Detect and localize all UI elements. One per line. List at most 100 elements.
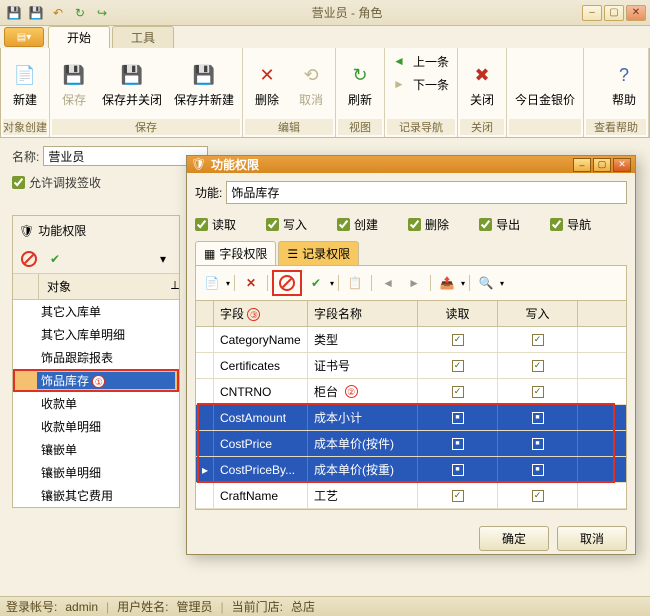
group-label-help: 查看帮助 bbox=[586, 119, 646, 135]
status-store-label: 当前门店: bbox=[232, 598, 283, 615]
new-icon[interactable]: 📄 bbox=[200, 273, 224, 293]
check-read[interactable]: 读取 bbox=[195, 216, 236, 233]
shield-icon: 🛡 bbox=[191, 157, 207, 173]
tree-item[interactable]: 饰品跟踪报表 bbox=[13, 346, 179, 369]
col-read[interactable]: 读取 bbox=[418, 301, 498, 326]
function-label: 功能: bbox=[195, 184, 222, 201]
col-write[interactable]: 写入 bbox=[498, 301, 578, 326]
save-button[interactable]: 💾保存 bbox=[52, 50, 96, 119]
list-icon: ☰ bbox=[287, 247, 298, 261]
redo-icon[interactable]: ↻ bbox=[70, 3, 90, 23]
prev-record-button[interactable]: ◄上一条 bbox=[387, 50, 455, 73]
cancel-button[interactable]: ⟲取消 bbox=[289, 50, 333, 119]
check-export[interactable]: 导出 bbox=[479, 216, 520, 233]
status-account: admin bbox=[65, 600, 98, 614]
check-create[interactable]: 创建 bbox=[337, 216, 378, 233]
dialog-minimize-button[interactable]: – bbox=[573, 158, 591, 172]
ok-button[interactable]: 确定 bbox=[479, 526, 549, 551]
cancel-dialog-button[interactable]: 取消 bbox=[557, 526, 627, 551]
save-close-button[interactable]: 💾保存并关闭 bbox=[96, 50, 168, 119]
name-input[interactable] bbox=[43, 146, 208, 166]
minimize-button[interactable]: – bbox=[582, 5, 602, 21]
check-icon[interactable]: ✔ bbox=[43, 249, 67, 269]
tree-item[interactable]: 收款单 bbox=[13, 392, 179, 415]
grid-row[interactable]: CostPrice成本单价(按件) bbox=[196, 431, 626, 457]
allow-transfer-checkbox[interactable]: 允许调拨签收 bbox=[12, 174, 101, 191]
group-label-edit: 编辑 bbox=[245, 119, 333, 135]
col-field[interactable]: 字段 ③ bbox=[214, 301, 308, 326]
check-delete[interactable]: 删除 bbox=[408, 216, 449, 233]
undo-icon[interactable]: ↶ bbox=[48, 3, 68, 23]
tree-item[interactable]: 其它入库单 bbox=[13, 300, 179, 323]
tab-tools[interactable]: 工具 bbox=[112, 26, 174, 48]
tab-start[interactable]: 开始 bbox=[48, 26, 110, 48]
delete-icon[interactable]: ✕ bbox=[239, 273, 263, 293]
status-account-label: 登录帐号: bbox=[6, 598, 57, 615]
grid-row[interactable]: ▸CostPriceBy...成本单价(按重) bbox=[196, 457, 626, 483]
function-input[interactable]: 饰品库存 bbox=[226, 181, 627, 204]
nav-next-icon[interactable]: ► bbox=[402, 273, 426, 293]
grid-row[interactable]: Certificates证书号 bbox=[196, 353, 626, 379]
save-icon[interactable]: 💾 bbox=[4, 3, 24, 23]
deny-button-highlight bbox=[272, 270, 302, 296]
tree-item[interactable]: 其它入库单明细 bbox=[13, 323, 179, 346]
statusbar: 登录帐号: admin | 用户姓名: 管理员 | 当前门店: 总店 bbox=[0, 596, 650, 616]
grid-row[interactable]: CostAmount成本小计 bbox=[196, 405, 626, 431]
refresh-button[interactable]: ↻刷新 bbox=[338, 50, 382, 119]
search-icon[interactable]: 🔍 bbox=[474, 273, 498, 293]
expand-column-header bbox=[13, 274, 39, 299]
close-record-button[interactable]: ✖关闭 bbox=[460, 50, 504, 119]
delete-button[interactable]: ✕删除 bbox=[245, 50, 289, 119]
quick-access-toolbar: 💾 💾 ↶ ↻ ↪ bbox=[4, 3, 112, 23]
tree-item[interactable]: 镶嵌单明细 bbox=[13, 461, 179, 484]
window-titlebar: 💾 💾 ↶ ↻ ↪ 营业员 - 角色 – ▢ ✕ bbox=[0, 0, 650, 26]
save-close-icon[interactable]: 💾 bbox=[26, 3, 46, 23]
help-button[interactable]: ?帮助 bbox=[602, 50, 646, 119]
check-nav[interactable]: 导航 bbox=[550, 216, 591, 233]
grid-row[interactable]: CNTRNO柜台 ② bbox=[196, 379, 626, 405]
allow-icon[interactable]: ✔ bbox=[304, 273, 328, 293]
ribbon: 📄新建 对象创建 💾保存 💾保存并关闭 💾保存并新建 保存 ✕删除 ⟲取消 编辑… bbox=[0, 48, 650, 138]
check-write[interactable]: 写入 bbox=[266, 216, 307, 233]
col-field-name[interactable]: 字段名称 bbox=[308, 301, 418, 326]
save-new-button[interactable]: 💾保存并新建 bbox=[168, 50, 240, 119]
tab-record-permission[interactable]: ☰记录权限 bbox=[278, 241, 359, 265]
dialog-maximize-button[interactable]: ▢ bbox=[593, 158, 611, 172]
deny-icon[interactable] bbox=[275, 273, 299, 293]
grid-row[interactable]: CategoryName类型 bbox=[196, 327, 626, 353]
row-selector-header bbox=[196, 301, 214, 326]
grid-row[interactable]: CraftName工艺 bbox=[196, 483, 626, 509]
tree-item[interactable]: 镶嵌其它费用 bbox=[13, 484, 179, 507]
name-label: 名称: bbox=[12, 148, 39, 165]
window-title: 营业员 - 角色 bbox=[112, 4, 582, 21]
gold-price-button[interactable]: 今日金银价 bbox=[509, 50, 581, 119]
group-label-save: 保存 bbox=[52, 119, 240, 135]
nav-prev-icon[interactable]: ◄ bbox=[376, 273, 400, 293]
copy-icon[interactable]: 📋 bbox=[343, 273, 367, 293]
view-dropdown-button[interactable]: ▤▾ bbox=[4, 27, 44, 47]
export-icon[interactable]: 📤 bbox=[435, 273, 459, 293]
field-grid: 字段 ③ 字段名称 读取 写入 CategoryName类型Certificat… bbox=[195, 301, 627, 510]
group-label-view: 视图 bbox=[338, 119, 382, 135]
permission-dialog: 🛡 功能权限 – ▢ ✕ 功能: 饰品库存 读取 写入 创建 删除 导出 导航 … bbox=[186, 155, 636, 555]
menubar: ▤▾ 开始 工具 bbox=[0, 26, 650, 48]
next-record-button[interactable]: ►下一条 bbox=[387, 73, 455, 96]
tree-item[interactable]: 镶嵌单 bbox=[13, 438, 179, 461]
object-column-header: 对象 bbox=[39, 274, 163, 299]
dropdown-icon[interactable]: ▾ bbox=[151, 249, 175, 269]
maximize-button[interactable]: ▢ bbox=[604, 5, 624, 21]
deny-icon[interactable] bbox=[17, 249, 41, 269]
tree-item[interactable]: 饰品库存 ① bbox=[13, 369, 179, 392]
tree-item[interactable]: 收款单明细 bbox=[13, 415, 179, 438]
permission-panel-header: 🛡 功能权限 bbox=[13, 216, 179, 245]
grid-icon: ▦ bbox=[204, 247, 215, 261]
group-label-close: 关闭 bbox=[460, 119, 504, 135]
status-store: 总店 bbox=[291, 598, 315, 615]
close-button[interactable]: ✕ bbox=[626, 5, 646, 21]
dialog-close-button[interactable]: ✕ bbox=[613, 158, 631, 172]
scroll-header: ⟂ bbox=[163, 274, 179, 299]
annotation-3: ③ bbox=[247, 308, 260, 321]
forward-icon[interactable]: ↪ bbox=[92, 3, 112, 23]
new-button[interactable]: 📄新建 bbox=[3, 50, 47, 119]
tab-field-permission[interactable]: ▦字段权限 bbox=[195, 241, 276, 265]
